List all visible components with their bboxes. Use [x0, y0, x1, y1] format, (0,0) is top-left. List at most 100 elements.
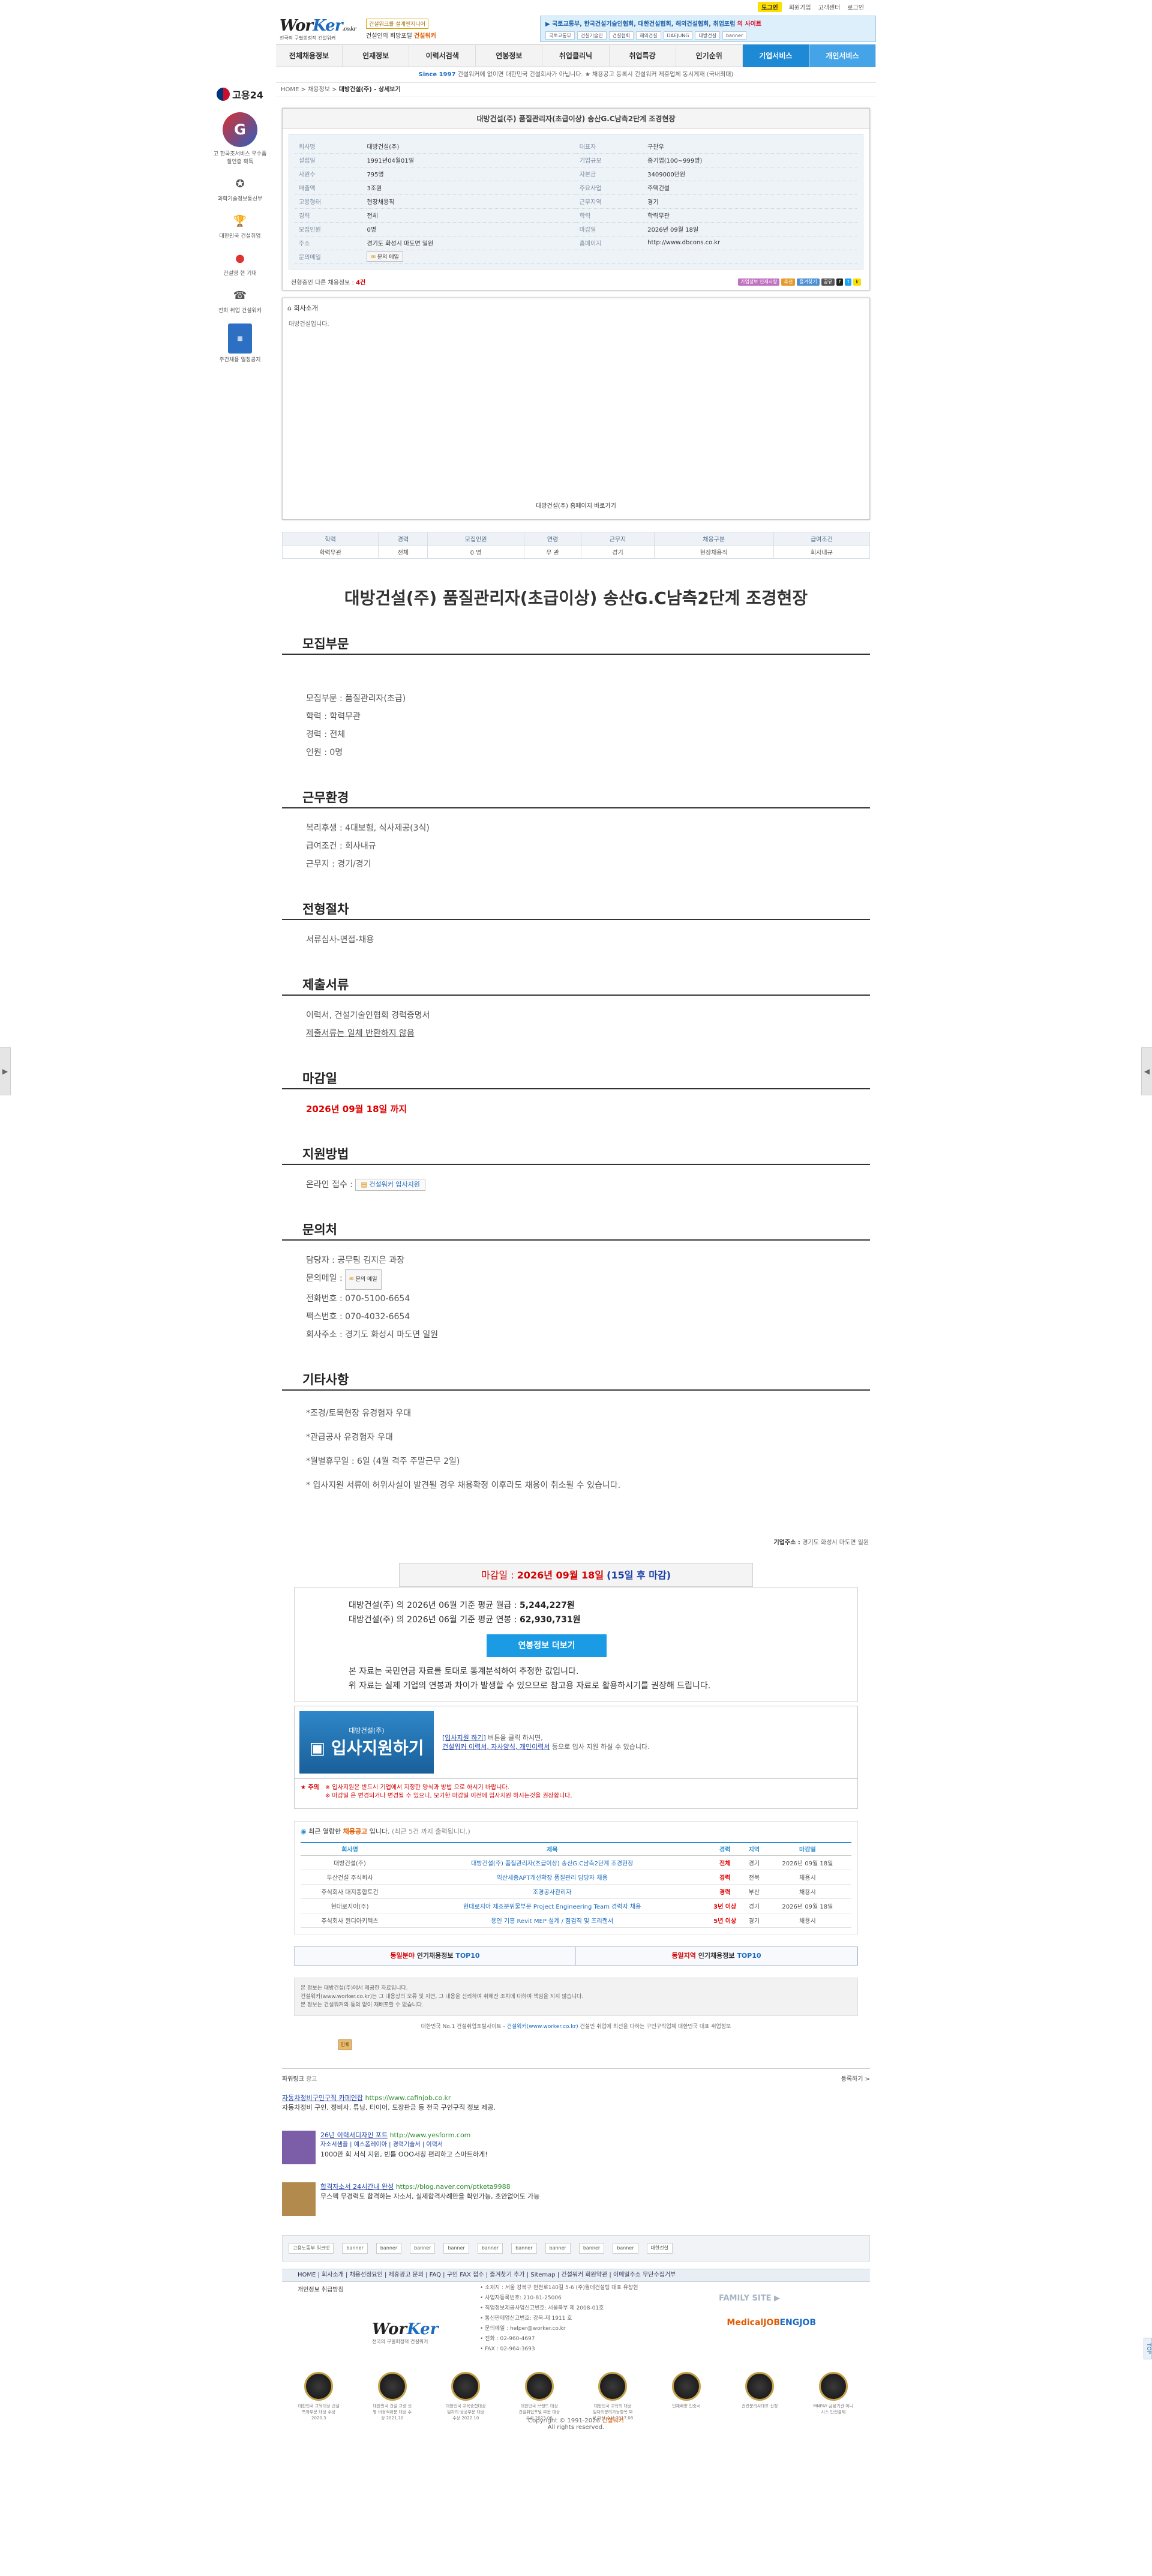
award-badge[interactable]: 대한민국 교육종합대상 일자리·공공부문 대상 수상 2022.10: [445, 2372, 487, 2421]
banner-item[interactable]: 해외건설: [636, 31, 661, 40]
quick-item-quality[interactable]: G 고 한국조서비스 우수품질인증 획득: [213, 112, 267, 165]
partner-banner[interactable]: 대한건설: [646, 2243, 673, 2254]
banner-item[interactable]: banner: [722, 31, 747, 40]
award-badge[interactable]: MNPAY 금융기관 이니시스 안전결제: [812, 2372, 854, 2421]
engjob-link[interactable]: ENGJOB: [779, 2318, 816, 2328]
family-site-label[interactable]: FAMILY SITE ▶: [719, 2294, 780, 2303]
facebook-icon[interactable]: f: [836, 278, 844, 286]
partner-banner[interactable]: banner: [613, 2243, 638, 2254]
partner-banner[interactable]: banner: [410, 2243, 436, 2254]
nav-clinic[interactable]: 취업클리닉: [542, 44, 610, 67]
contact-mail-button[interactable]: ✉ 문의 메일: [345, 1269, 382, 1290]
apply-now-button[interactable]: 대방건설(주) ▣ 입사지원하기: [299, 1711, 434, 1774]
nav-talent[interactable]: 인재정보: [343, 44, 410, 67]
header-banner[interactable]: ▶ 국토교통부, 한국건설기술인협회, 대한건설협회, 해외건설협회, 취업포럼…: [540, 16, 876, 42]
table-row[interactable]: 주식회사 대지종합토건 조경공사관리자 경력 부산 채용시: [301, 1884, 851, 1899]
info-label: 문의메일: [295, 250, 367, 264]
footer-info-line: • 전화 : 02-960-4697: [480, 2336, 535, 2342]
column-header: 마감일: [763, 1841, 851, 1856]
login-link[interactable]: 로그인: [847, 2, 864, 11]
footer-nav[interactable]: HOME | 회사소개 | 채용선정요인 | 제휴광고 문의 | FAQ | 구…: [282, 2269, 870, 2282]
partner-banner[interactable]: banner: [578, 2243, 605, 2254]
other-jobs-count[interactable]: 4건: [356, 280, 365, 286]
customer-center-link[interactable]: 고객센터: [818, 2, 841, 11]
award-badge[interactable]: 인재배양 인증서: [665, 2372, 707, 2421]
nav-personal-service[interactable]: 개인서비스: [809, 44, 876, 67]
ad-item[interactable]: 자동차정비구인구직 카페인잡 https://www.cafinjob.co.k…: [282, 2093, 870, 2113]
ad-item[interactable]: 합격자소서 24시간내 완성 https://blog.naver.com/pt…: [282, 2182, 870, 2216]
right-slide-arrow[interactable]: ◀: [1141, 1047, 1152, 1095]
recommend-button[interactable]: 추천: [781, 278, 796, 286]
banner-item[interactable]: 국토교통부: [545, 31, 575, 40]
banner-item[interactable]: 대방건설: [695, 31, 720, 40]
award-badge[interactable]: 대한민국 교육대상 건설특화부문 대상 수상 2020.3: [298, 2372, 340, 2421]
tab-same-field-top10[interactable]: 동일분야 인기채용정보 TOP10: [295, 1947, 576, 1965]
nav-all-jobs[interactable]: 전체채용정보: [276, 44, 343, 67]
banner-item[interactable]: DAEJUNG: [663, 31, 693, 40]
quick-item-msit[interactable]: ✪ 과학기술정보통신부: [213, 175, 267, 203]
column-header: 지역: [744, 1841, 764, 1856]
nav-corporate-service[interactable]: 기업서비스: [742, 44, 809, 67]
kakao-icon[interactable]: k: [853, 278, 861, 286]
quick-item-weekly[interactable]: ▦ 주간채용 일정공지: [213, 324, 267, 363]
nav-resume-search[interactable]: 이력서검색: [409, 44, 476, 67]
award-badge[interactable]: 관련분리사대표 신청: [739, 2372, 781, 2421]
quick-item-award[interactable]: 🏆 대한민국 건설취업: [213, 212, 267, 240]
partner-banner[interactable]: banner: [342, 2243, 368, 2254]
info-label: 자본금: [575, 167, 648, 181]
breadcrumb-jobs[interactable]: 채용정보: [308, 86, 330, 93]
quick-item-phone[interactable]: ☎ 전화 취업 건설워커: [213, 286, 267, 314]
bookmark-button[interactable]: 즐겨찾기: [797, 278, 820, 286]
nav-salary[interactable]: 연봉정보: [476, 44, 543, 67]
apply-link[interactable]: [입사지원 하기]: [442, 1734, 486, 1742]
inquiry-mail-button[interactable]: ✉ 문의 메일: [367, 251, 403, 262]
partner-banner[interactable]: banner: [443, 2243, 469, 2254]
nav-lecture[interactable]: 취업특강: [610, 44, 676, 67]
table-row[interactable]: 대방건설(주) 대방건설(주) 품질관리자(초급이상) 송산G.C남측2단계 조경…: [301, 1855, 851, 1870]
banner-item[interactable]: 건설협회: [608, 31, 634, 40]
ad-register-link[interactable]: 등록하기 >: [841, 2074, 870, 2083]
tab-same-region-top10[interactable]: 동일지역 인기채용정보 TOP10: [576, 1947, 857, 1965]
worker-logo[interactable]: WorKer.co.kr 전국의 구필회정적 건설워커: [276, 14, 360, 44]
privacy-link[interactable]: 개인정보 취급방침: [298, 2284, 344, 2293]
award-badge[interactable]: 대한민국 건설·교량 신평 비정적확분 대상 수상 2021.10: [371, 2372, 413, 2421]
job-title-link[interactable]: 익산세종APT개선확장 품질관리 담당자 채용: [399, 1870, 706, 1885]
twitter-icon[interactable]: t: [845, 278, 852, 286]
online-apply-button[interactable]: ▤ 건설워커 입사지원: [355, 1178, 425, 1191]
ad-item[interactable]: 26년 이력서디자인 포트 http://www.yesform.com 자소서…: [282, 2131, 870, 2164]
job-title-link[interactable]: 현대로지아 제조분위물부문 Project Engineering Team 경…: [399, 1898, 706, 1913]
left-slide-arrow[interactable]: ▶: [0, 1047, 11, 1095]
kakao-login-button[interactable]: 도그인: [758, 1, 782, 12]
footer-info-line: • 통신판매업신고번호: 강북-제 1911 호: [480, 2316, 572, 2322]
quick-item-hope[interactable]: ● 건설영 현 기대: [213, 249, 267, 277]
job-title-link[interactable]: 용인 기흥 Revit MEP 설계 / 점검직 및 프리랜서: [399, 1913, 706, 1928]
award-badge[interactable]: 대한민국 교육의 대상 일자리분리가능항목 부문 대상 수상 2017.08: [592, 2372, 634, 2421]
resume-type-link[interactable]: 건설워커 이력서, 자사양식, 개인이력서: [442, 1743, 550, 1751]
banner-item[interactable]: 건설기술인: [577, 31, 607, 40]
company-detail-button[interactable]: 기업정보 인재사항: [738, 278, 780, 286]
nav-ranking[interactable]: 인기순위: [676, 44, 743, 67]
share-button[interactable]: 공유: [821, 278, 835, 286]
table-row[interactable]: 두산건설 주식회사 익산세종APT개선확장 품질관리 담당자 채용 경력 전북 채용시: [301, 1870, 851, 1885]
goyong24-link[interactable]: 고용24: [213, 87, 267, 101]
salary-more-button[interactable]: 연봉정보 더보기: [487, 1634, 607, 1657]
partner-banner[interactable]: banner: [545, 2243, 571, 2254]
partner-banner[interactable]: 고용노동부 워크넷: [289, 2243, 334, 2254]
top-button[interactable]: TOP: [1144, 2338, 1152, 2359]
signup-link[interactable]: 회원가입: [789, 2, 811, 11]
table-row[interactable]: 현대로지아(주) 현대로지아 제조분위물부문 Project Engineerin…: [301, 1898, 851, 1913]
info-value[interactable]: http://www.dbcons.co.kr: [647, 236, 857, 250]
breadcrumb-home[interactable]: HOME: [281, 86, 299, 93]
partner-banner[interactable]: banner: [376, 2243, 402, 2254]
award-badge[interactable]: 대한민국 브랜드 대상 건설취업포털 부문 대상 수상 2023.06: [518, 2372, 560, 2421]
job-title-link[interactable]: 조경공사관리자: [399, 1884, 706, 1899]
medicaljob-link[interactable]: MedicalJOB: [727, 2318, 780, 2328]
job-title-link[interactable]: 대방건설(주) 품질관리자(초급이상) 송산G.C남측2단계 조경현장: [399, 1855, 706, 1870]
print-button[interactable]: 인쇄: [338, 2039, 352, 2050]
partner-banner[interactable]: banner: [477, 2243, 503, 2254]
partner-banner[interactable]: banner: [511, 2243, 537, 2254]
company-homepage-link[interactable]: 대방건설(주) 홈페이지 바로가기: [283, 501, 869, 510]
table-row[interactable]: 주식회사 윈디아키텍츠 용인 기흥 Revit MEP 설계 / 점검직 및 프리…: [301, 1913, 851, 1928]
section-apply-method: 지원방법 온라인 접수 : ▤ 건설워커 입사지원: [282, 1142, 870, 1194]
info-row: 주소 경기도 화성시 마도면 일원 홈페이지 http://www.dbcons.co…: [295, 236, 857, 250]
